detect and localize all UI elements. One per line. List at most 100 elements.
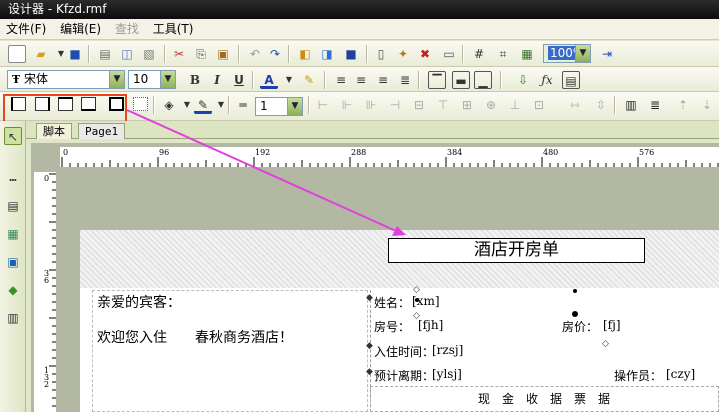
field-label-price: 房价： (562, 320, 599, 334)
font-size-select[interactable]: 10 ▼ (128, 70, 176, 89)
chevron-down-icon[interactable]: ▼ (575, 45, 590, 62)
align-hcenter-icon[interactable]: ⊩ (338, 96, 356, 114)
highlight-pen-icon[interactable]: ✎ (300, 71, 318, 89)
align-justify-icon[interactable]: ≣ (396, 71, 414, 89)
fit-grid-icon[interactable]: ▦ (518, 45, 536, 63)
move-down-icon[interactable]: ⇣ (698, 96, 716, 114)
memo-object-icon[interactable]: ▤ (4, 197, 22, 215)
space-v-icon[interactable]: ⊡ (530, 96, 548, 114)
align-rights-icon[interactable]: ⊣ (386, 96, 404, 114)
line-style-icon[interactable]: ═ (234, 96, 252, 114)
frame-none-icon[interactable] (133, 97, 148, 111)
field-value-checkin[interactable]: [rzsj] (432, 343, 463, 357)
print-icon[interactable]: ▤ (96, 45, 114, 63)
text-color-dropdown-icon[interactable]: ▼ (280, 71, 298, 89)
ruler-label: 3 6 (44, 269, 50, 285)
zoom-select[interactable]: 100% ▼ (543, 44, 591, 63)
greeting-text: 亲爱的宾客： (97, 295, 181, 311)
tab-page1[interactable]: Page1 (78, 123, 126, 139)
copy-icon[interactable]: ⎘ (192, 45, 210, 63)
subreport-object-icon[interactable]: ▥ (4, 309, 22, 327)
ruler-label: 480 (543, 148, 559, 157)
field-value-checkout[interactable]: [ylsj] (432, 367, 462, 381)
print-preview-icon[interactable]: ◫ (118, 45, 136, 63)
database-object-icon[interactable]: ▦ (4, 225, 22, 243)
paste-icon[interactable]: ▣ (214, 45, 232, 63)
vertical-ruler: 0 3 6 1 3 2 (34, 172, 56, 412)
valign-top-icon[interactable]: ▔ (428, 71, 446, 89)
align-left-icon[interactable]: ≡ (332, 71, 350, 89)
move-up-icon[interactable]: ⇡ (674, 96, 692, 114)
report-title[interactable]: 酒店开房单 (388, 238, 645, 263)
ruler-label: 384 (447, 148, 463, 157)
align-hcenters-icon[interactable]: ⊪ (362, 96, 380, 114)
align-left-grid-icon[interactable]: ≣ (646, 96, 664, 114)
menu-find[interactable]: 查找 (111, 19, 143, 40)
designer-window: 设计器 - Kfzd.rmf 文件(F) 编辑(E) 查找 工具(T) ▰ ▼ … (0, 0, 719, 412)
ruler-label: 1 3 2 (44, 366, 50, 389)
italic-button[interactable]: I (208, 71, 226, 89)
align-grid-icon[interactable]: ⌗ (494, 45, 512, 63)
menu-file[interactable]: 文件(F) (2, 19, 50, 40)
grid-icon[interactable]: # (470, 45, 488, 63)
font-name-value: 宋体 (24, 72, 49, 86)
picture-object-icon[interactable]: ▣ (4, 253, 22, 271)
align-center-icon[interactable]: ≡ (352, 71, 370, 89)
text-color-button[interactable]: A (260, 71, 278, 89)
redo-icon[interactable]: ↷ (266, 45, 284, 63)
align-tops-icon[interactable]: ⊤ (434, 96, 452, 114)
field-label-name: 姓名： (374, 296, 411, 310)
bar-align-icon[interactable]: ▥ (622, 96, 640, 114)
align-lefts-icon[interactable]: ⊢ (314, 96, 332, 114)
frame-color-icon[interactable]: ✎ (194, 96, 212, 114)
underline-button[interactable]: U (230, 71, 248, 89)
exit-designer-icon[interactable]: ⇥ (598, 45, 616, 63)
menu-tools[interactable]: 工具(T) (149, 19, 198, 40)
align-right-icon[interactable]: ≡ (374, 71, 392, 89)
new-file-icon[interactable] (8, 45, 26, 63)
insert-field-icon[interactable]: ⇩ (514, 71, 532, 89)
same-height-icon[interactable]: ⇳ (592, 96, 610, 114)
valign-middle-icon[interactable]: ▬ (452, 71, 470, 89)
field-label-checkin: 入住时间： (374, 345, 435, 359)
cut-icon[interactable]: ✂ (170, 45, 188, 63)
bold-button[interactable]: B (186, 71, 204, 89)
align-vcenter-icon[interactable]: ⊞ (458, 96, 476, 114)
align-vcenters-icon[interactable]: ⊕ (482, 96, 500, 114)
chevron-down-icon[interactable]: ▼ (109, 71, 124, 88)
group-icon[interactable]: ■ (342, 45, 360, 63)
line-width-select[interactable]: 1 ▼ (255, 97, 303, 116)
select-pointer-icon[interactable]: ↖ (4, 127, 22, 145)
shape-object-icon[interactable]: ◆ (4, 281, 22, 299)
fill-color-icon[interactable]: ◈ (160, 96, 178, 114)
chevron-down-icon[interactable]: ▼ (287, 98, 302, 115)
font-name-select[interactable]: Ŧ 宋体 ▼ (7, 70, 125, 89)
truetype-icon: Ŧ (12, 73, 21, 86)
field-label-operator: 操作员： (614, 369, 663, 383)
page-icon[interactable]: ▭ (440, 45, 458, 63)
save-icon[interactable]: ■ (66, 45, 84, 63)
undo-icon[interactable]: ↶ (246, 45, 264, 63)
tab-script[interactable]: 脚本 (36, 123, 72, 139)
field-value-name[interactable]: [xm] (412, 294, 440, 308)
field-value-price[interactable]: [fj] (603, 318, 621, 332)
memo-icon[interactable]: ▤ (562, 71, 580, 89)
chevron-down-icon[interactable]: ▼ (160, 71, 175, 88)
delete-page-icon[interactable]: ✖ (416, 45, 434, 63)
align-bottoms-icon[interactable]: ⊥ (506, 96, 524, 114)
receipt-footer: 现 金 收 据 票 据 (478, 392, 611, 406)
same-width-icon[interactable]: ⇿ (566, 96, 584, 114)
open-folder-icon[interactable]: ▰ (32, 45, 50, 63)
send-back-icon[interactable]: ◨ (318, 45, 336, 63)
field-value-operator[interactable]: [czy] (666, 367, 695, 381)
function-icon[interactable]: ƒx (538, 71, 556, 89)
space-h-icon[interactable]: ⊟ (410, 96, 428, 114)
insert-band-icon[interactable]: ✦ (394, 45, 412, 63)
insert-page-icon[interactable]: ▯ (372, 45, 390, 63)
page-setup-icon[interactable]: ▧ (140, 45, 158, 63)
standard-toolbar: ▰ ▼ ■ ▤ ◫ ▧ ✂ ⎘ ▣ ↶ ↷ ◧ ◨ ■ ▯ ✦ ✖ ▭ # ⌗ … (0, 41, 719, 67)
bring-front-icon[interactable]: ◧ (296, 45, 314, 63)
valign-bottom-icon[interactable]: ▁ (474, 71, 492, 89)
field-value-room[interactable]: [fjh] (418, 318, 443, 332)
menu-edit[interactable]: 编辑(E) (56, 19, 105, 40)
